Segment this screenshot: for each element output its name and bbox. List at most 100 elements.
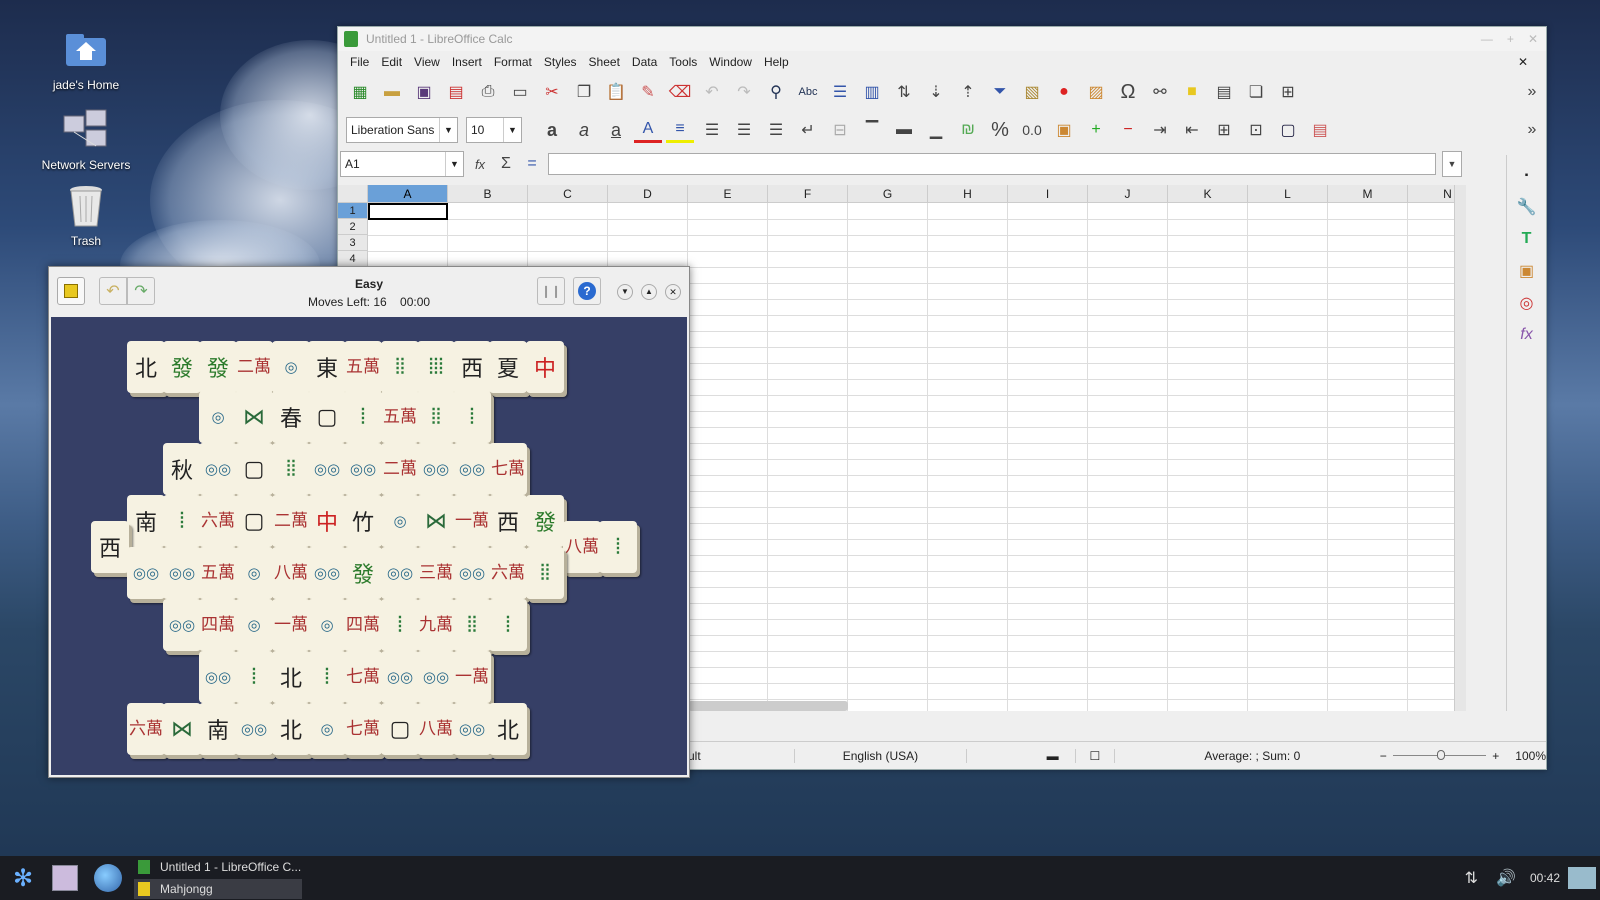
mahjong-tile[interactable]: ◎: [272, 341, 310, 393]
game-board[interactable]: 北發發二萬 ◎ 東五萬 ⦙⦙ ⦙⦙⦙ 西夏中 ◎ ⋈ 春 ▢ ⦙ 五萬 ⦙⦙ ⦙ 秋 ◎◎ ▢ ⦙⦙ ◎◎ ◎◎ 二萬 ◎…: [51, 317, 687, 775]
more-options-icon[interactable]: »: [1518, 117, 1546, 143]
mahjong-tile[interactable]: 發: [344, 547, 382, 599]
column-header[interactable]: H: [928, 185, 1008, 203]
mahjongg-headerbar[interactable]: ↶ ↷ Easy Moves Left: 16 00:00 ❙❙ ? ▼ ▲ ✕: [49, 267, 689, 317]
mahjong-tile[interactable]: ⦙: [381, 599, 419, 651]
mahjong-tile[interactable]: ⋈: [417, 495, 455, 547]
name-box[interactable]: A1 ▼: [340, 151, 464, 177]
column-header[interactable]: F: [768, 185, 848, 203]
sidebar-menu-icon[interactable]: ▪: [1515, 163, 1539, 187]
mahjong-tile[interactable]: 六萬: [127, 703, 165, 755]
mahjong-tile[interactable]: ⦙: [453, 391, 491, 443]
mahjong-tile[interactable]: ◎◎: [417, 443, 455, 495]
insert-image-icon[interactable]: ▧: [1018, 79, 1046, 105]
mahjong-tile[interactable]: 一萬: [272, 599, 310, 651]
bold-icon[interactable]: a: [538, 117, 566, 143]
mahjong-tile[interactable]: 夏: [489, 341, 527, 393]
highlight-color-icon[interactable]: ≡: [666, 117, 694, 143]
align-left-icon[interactable]: ☰: [698, 117, 726, 143]
mahjong-tile[interactable]: ⦙⦙: [272, 443, 310, 495]
mahjong-tile[interactable]: ⦙⦙: [526, 547, 564, 599]
mahjong-tile[interactable]: 六萬: [199, 495, 237, 547]
paste-icon[interactable]: 📋: [602, 79, 630, 105]
mahjong-tile[interactable]: ⦙: [344, 391, 382, 443]
mahjong-tile[interactable]: ◎◎: [199, 443, 237, 495]
redo-icon[interactable]: ↷: [730, 79, 758, 105]
more-options-icon[interactable]: »: [1518, 79, 1546, 105]
menu-data[interactable]: Data: [626, 55, 663, 69]
mahjong-tile[interactable]: 一萬: [453, 651, 491, 703]
mahjong-tile[interactable]: 五萬: [381, 391, 419, 443]
mahjong-tile[interactable]: 竹: [344, 495, 382, 547]
formula-input[interactable]: [548, 153, 1436, 175]
currency-icon[interactable]: ₪: [954, 117, 982, 143]
mahjong-tile[interactable]: ◎◎: [308, 443, 346, 495]
underline-icon[interactable]: a: [602, 117, 630, 143]
volume-icon[interactable]: 🔊: [1496, 868, 1516, 888]
mahjong-tile[interactable]: ▢: [381, 703, 419, 755]
autofilter-icon[interactable]: ⏷: [986, 79, 1014, 105]
cut-icon[interactable]: ✂: [538, 79, 566, 105]
menu-window[interactable]: Window: [703, 55, 758, 69]
copy-icon[interactable]: ❐: [570, 79, 598, 105]
align-top-icon[interactable]: ▔: [858, 117, 886, 143]
menu-insert[interactable]: Insert: [446, 55, 488, 69]
mahjong-tile[interactable]: 西: [453, 341, 491, 393]
mahjong-tile[interactable]: 八萬: [272, 547, 310, 599]
menu-view[interactable]: View: [408, 55, 446, 69]
desktop-icon-trash[interactable]: Trash: [36, 182, 136, 248]
mahjong-tile[interactable]: 西: [91, 521, 129, 573]
mahjong-tile[interactable]: 一萬: [453, 495, 491, 547]
mahjong-tile[interactable]: ▢: [308, 391, 346, 443]
chevron-down-icon[interactable]: ▼: [445, 152, 463, 176]
mahjong-tile[interactable]: ◎◎: [308, 547, 346, 599]
menu-file[interactable]: File: [344, 55, 375, 69]
mahjong-tile[interactable]: 發: [526, 495, 564, 547]
properties-icon[interactable]: 🔧: [1515, 195, 1539, 219]
mahjong-tile[interactable]: 中: [308, 495, 346, 547]
mahjong-tile[interactable]: 四萬: [344, 599, 382, 651]
mahjong-tile[interactable]: ▢: [235, 443, 273, 495]
status-language[interactable]: English (USA): [795, 748, 967, 763]
column-header[interactable]: M: [1328, 185, 1408, 203]
mahjong-tile[interactable]: 五萬: [199, 547, 237, 599]
pause-button[interactable]: ❙❙: [537, 277, 565, 305]
new-spreadsheet-icon[interactable]: ▦: [346, 79, 374, 105]
menu-sheet[interactable]: Sheet: [583, 55, 626, 69]
zoom-slider[interactable]: [1392, 750, 1487, 760]
functions-icon[interactable]: fx: [1515, 323, 1539, 347]
mahjong-tile[interactable]: 南: [199, 703, 237, 755]
close-document-icon[interactable]: ✕: [1512, 55, 1534, 69]
minimize-icon[interactable]: —: [1481, 32, 1493, 46]
align-bottom-icon[interactable]: ▁: [922, 117, 950, 143]
merge-cells-icon[interactable]: ⊟: [826, 117, 854, 143]
mahjong-tile[interactable]: ◎: [308, 703, 346, 755]
mahjong-tile[interactable]: ◎: [308, 599, 346, 651]
chevron-down-icon[interactable]: ▼: [503, 118, 521, 142]
align-right-icon[interactable]: ☰: [762, 117, 790, 143]
menu-format[interactable]: Format: [488, 55, 538, 69]
headers-footers-icon[interactable]: ▤: [1210, 79, 1238, 105]
define-print-area-icon[interactable]: ❏: [1242, 79, 1270, 105]
mahjong-tile[interactable]: ⋈: [163, 703, 201, 755]
mahjong-tile[interactable]: 九萬: [417, 599, 455, 651]
mahjong-tile[interactable]: ◎◎: [417, 651, 455, 703]
column-header[interactable]: J: [1088, 185, 1168, 203]
font-size-box[interactable]: 10 ▼: [466, 117, 522, 143]
mahjong-tile[interactable]: 發: [199, 341, 237, 393]
mahjong-tile[interactable]: ▢: [235, 495, 273, 547]
desktop-icon-network[interactable]: Network Servers: [36, 106, 136, 172]
column-header[interactable]: D: [608, 185, 688, 203]
mahjong-tile[interactable]: 北: [489, 703, 527, 755]
mahjong-tile[interactable]: 八萬: [563, 521, 601, 573]
column-header[interactable]: C: [528, 185, 608, 203]
mahjong-tile[interactable]: 五萬: [344, 341, 382, 393]
conditional-format-icon[interactable]: ▤: [1306, 117, 1334, 143]
mahjong-tile[interactable]: 七萬: [344, 651, 382, 703]
border-style-icon[interactable]: ⊡: [1242, 117, 1270, 143]
close-icon[interactable]: ✕: [665, 284, 681, 300]
export-pdf-icon[interactable]: ▤: [442, 79, 470, 105]
menu-edit[interactable]: Edit: [375, 55, 408, 69]
save-icon[interactable]: ▣: [410, 79, 438, 105]
selection-mode-icon[interactable]: ▬: [1047, 748, 1076, 763]
